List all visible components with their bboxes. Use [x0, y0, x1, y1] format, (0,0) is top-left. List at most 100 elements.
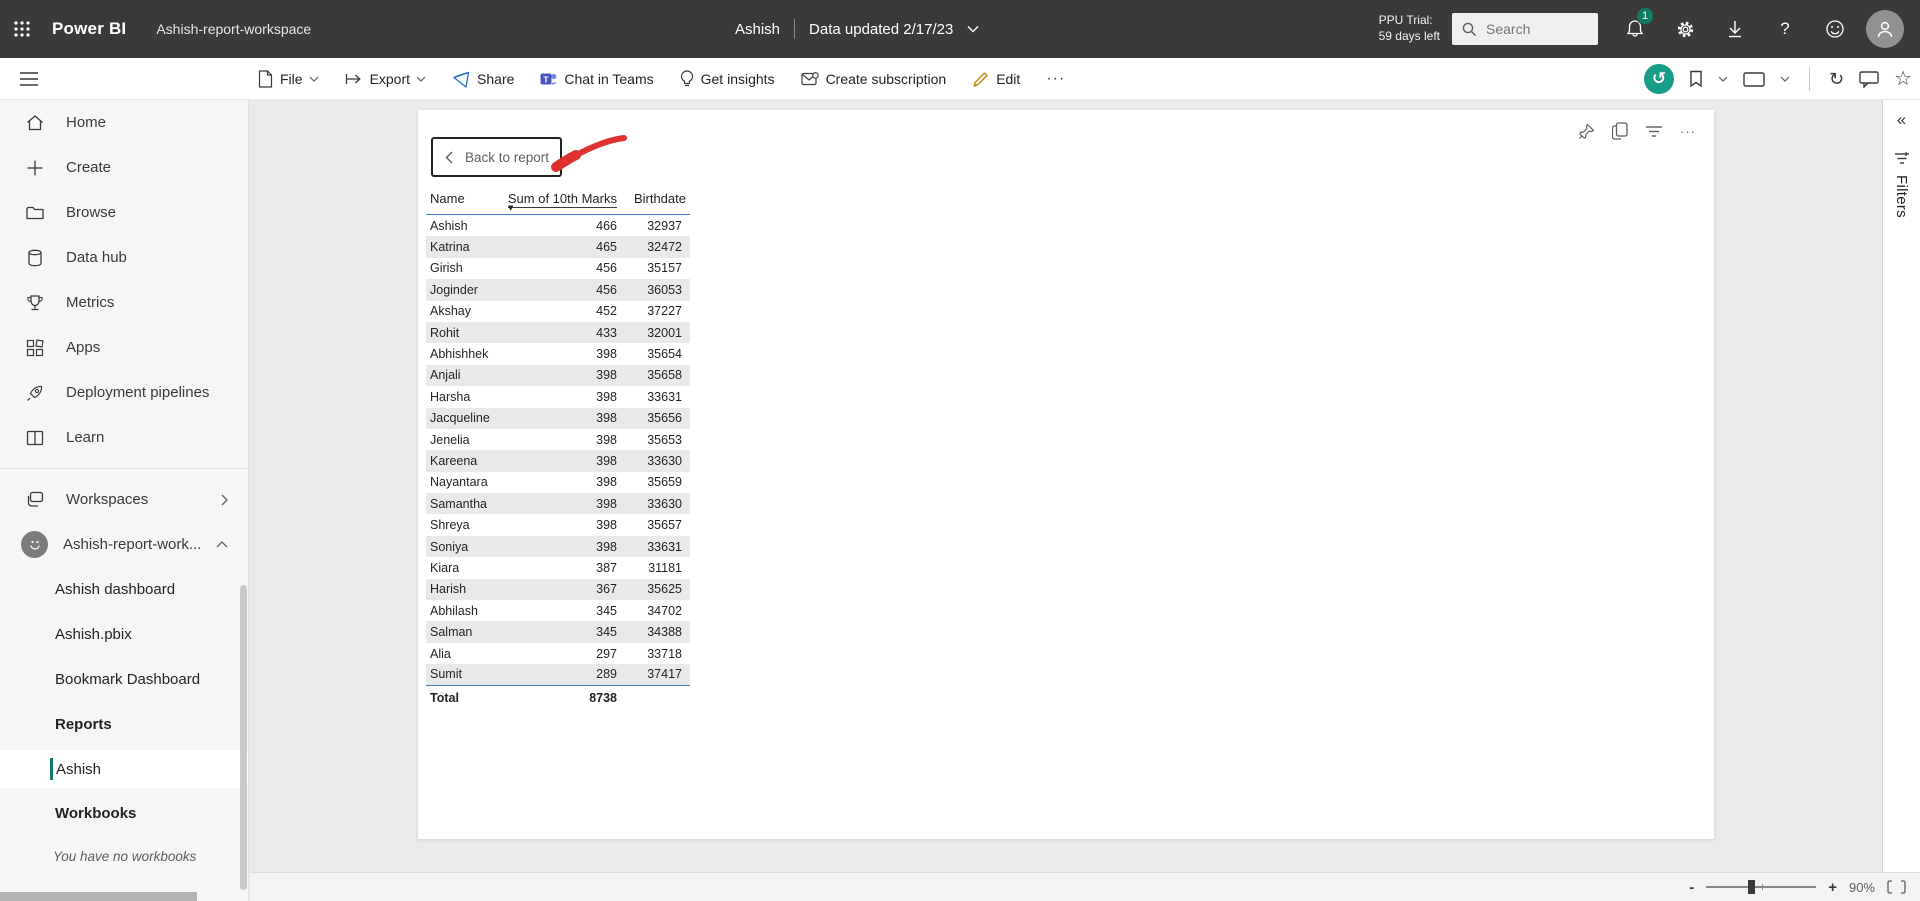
- share-button[interactable]: Share: [452, 71, 514, 88]
- table-row[interactable]: Soniya39833631: [426, 536, 690, 557]
- table-row[interactable]: Salman34534388: [426, 621, 690, 642]
- sidebar-vertical-scrollbar[interactable]: [240, 585, 247, 890]
- view-mode-icon[interactable]: [1743, 72, 1765, 87]
- table-row[interactable]: Harsha39833631: [426, 386, 690, 407]
- sidebar-item-label: Ashish-report-work...: [63, 536, 201, 553]
- back-to-report-button[interactable]: Back to report: [431, 137, 562, 177]
- table-row[interactable]: Harish36735625: [426, 579, 690, 600]
- search-input[interactable]: [1486, 21, 1586, 37]
- table-row[interactable]: Samantha39833630: [426, 493, 690, 514]
- sidebar-horizontal-scrollbar[interactable]: [0, 892, 197, 901]
- table-row[interactable]: Jenelia39835653: [426, 429, 690, 450]
- refresh-icon[interactable]: ↻: [1829, 70, 1844, 88]
- expand-filters-icon[interactable]: «: [1897, 110, 1906, 130]
- feedback-button[interactable]: [1810, 0, 1860, 58]
- create-subscription-label: Create subscription: [826, 71, 947, 87]
- sidebar-item-workspaces[interactable]: Workspaces: [0, 477, 248, 522]
- table-row[interactable]: Girish45635157: [426, 258, 690, 279]
- workspace-content-bookmark-dashboard[interactable]: Bookmark Dashboard: [0, 657, 248, 702]
- smiley-icon: [1825, 19, 1845, 39]
- table-row[interactable]: Anjali39835658: [426, 365, 690, 386]
- visual-more-options-icon[interactable]: ···: [1680, 124, 1696, 139]
- sidebar-item-home[interactable]: Home: [0, 100, 248, 145]
- settings-button[interactable]: [1660, 0, 1710, 58]
- table-row[interactable]: Shreya39835657: [426, 514, 690, 535]
- sidebar-item-deployment-pipelines[interactable]: Deployment pipelines: [0, 370, 248, 415]
- zoom-slider[interactable]: [1706, 886, 1816, 888]
- create-subscription-button[interactable]: Create subscription: [801, 71, 947, 87]
- nav-pane-toggle-button[interactable]: [14, 58, 44, 100]
- export-menu-button[interactable]: Export: [345, 71, 426, 87]
- global-search[interactable]: [1452, 13, 1598, 45]
- toolbar-more-button[interactable]: ···: [1046, 70, 1065, 88]
- zoom-slider-handle[interactable]: [1748, 880, 1755, 894]
- table-row[interactable]: Sumit28937417: [426, 664, 690, 685]
- lightbulb-icon: [680, 70, 694, 88]
- empty-message-label: You have no workbooks: [53, 849, 196, 864]
- chevron-down-icon[interactable]: [1718, 76, 1728, 82]
- account-button[interactable]: [1860, 0, 1910, 58]
- cell-birthdate: 32937: [617, 219, 686, 233]
- table-row[interactable]: Kiara38731181: [426, 557, 690, 578]
- file-menu-button[interactable]: File: [258, 70, 319, 88]
- table-row[interactable]: Kareena39833630: [426, 450, 690, 471]
- workspace-content-dashboard[interactable]: Ashish dashboard: [0, 567, 248, 612]
- data-table: Name Sum of 10th Marks Birthdate ▼ Ashis…: [426, 188, 690, 711]
- help-button[interactable]: ?: [1760, 0, 1810, 58]
- table-row[interactable]: Akshay45237227: [426, 301, 690, 322]
- cell-marks: 398: [554, 368, 617, 382]
- column-header-birthdate[interactable]: Birthdate: [634, 191, 686, 206]
- sidebar-item-browse[interactable]: Browse: [0, 190, 248, 235]
- data-updated-label[interactable]: Data updated 2/17/23: [809, 21, 953, 38]
- chevron-down-icon[interactable]: [967, 25, 979, 33]
- fit-to-page-icon[interactable]: [1887, 880, 1906, 894]
- table-row[interactable]: Abhilash34534702: [426, 600, 690, 621]
- table-row[interactable]: Ashish46632937: [426, 215, 690, 236]
- table-row[interactable]: Abhishhek39835654: [426, 343, 690, 364]
- cell-name: Harish: [426, 582, 554, 596]
- chevron-down-icon[interactable]: [1780, 76, 1790, 82]
- status-bar: - + 90%: [250, 872, 1920, 901]
- favorite-star-icon[interactable]: ☆: [1894, 69, 1912, 89]
- sidebar-item-report-ashish[interactable]: Ashish: [0, 750, 248, 788]
- sidebar-item-apps[interactable]: Apps: [0, 325, 248, 370]
- filters-pane-label[interactable]: Filters: [1893, 175, 1910, 218]
- table-row[interactable]: Jacqueline39835656: [426, 408, 690, 429]
- sidebar-item-data-hub[interactable]: Data hub: [0, 235, 248, 280]
- chat-in-teams-button[interactable]: T Chat in Teams: [540, 71, 653, 88]
- powerbi-logo[interactable]: Power BI: [52, 19, 126, 39]
- filter-icon[interactable]: [1894, 152, 1910, 165]
- sidebar-item-metrics[interactable]: Metrics: [0, 280, 248, 325]
- pin-icon[interactable]: [1578, 123, 1595, 140]
- sidebar-item-learn[interactable]: Learn: [0, 415, 248, 460]
- copy-icon[interactable]: [1612, 122, 1628, 140]
- table-row[interactable]: Nayantara39835659: [426, 472, 690, 493]
- cell-marks: 433: [554, 326, 617, 340]
- column-header-sum-of-10th-marks[interactable]: Sum of 10th Marks: [508, 191, 617, 208]
- sort-descending-icon[interactable]: ▼: [508, 204, 513, 212]
- table-row[interactable]: Rohit43332001: [426, 322, 690, 343]
- notifications-button[interactable]: 1: [1610, 0, 1660, 58]
- table-row[interactable]: Alia29733718: [426, 643, 690, 664]
- app-launcher-button[interactable]: [2, 0, 42, 58]
- column-header-name[interactable]: Name: [430, 191, 465, 206]
- bookmark-icon[interactable]: [1689, 70, 1703, 88]
- reset-to-default-button[interactable]: ↺: [1644, 64, 1674, 94]
- breadcrumb-report-name[interactable]: Ashish: [735, 21, 780, 38]
- workspace-content-pbix[interactable]: Ashish.pbix: [0, 612, 248, 657]
- get-insights-button[interactable]: Get insights: [680, 70, 775, 88]
- sidebar-item-label: Browse: [66, 204, 116, 221]
- filter-icon[interactable]: [1645, 125, 1663, 138]
- zoom-out-button[interactable]: -: [1689, 879, 1694, 896]
- workspace-name[interactable]: Ashish-report-workspace: [156, 21, 311, 37]
- table-row[interactable]: Katrina46532472: [426, 236, 690, 257]
- sidebar-item-create[interactable]: Create: [0, 145, 248, 190]
- table-row[interactable]: Joginder45636053: [426, 279, 690, 300]
- content-item-label: Ashish dashboard: [55, 581, 175, 598]
- report-toolbar: File Export Share: [0, 58, 1920, 100]
- download-button[interactable]: [1710, 0, 1760, 58]
- zoom-in-button[interactable]: +: [1828, 879, 1837, 896]
- comment-icon[interactable]: [1859, 71, 1879, 88]
- sidebar-item-current-workspace[interactable]: Ashish-report-work...: [0, 522, 248, 567]
- edit-button[interactable]: Edit: [972, 71, 1020, 88]
